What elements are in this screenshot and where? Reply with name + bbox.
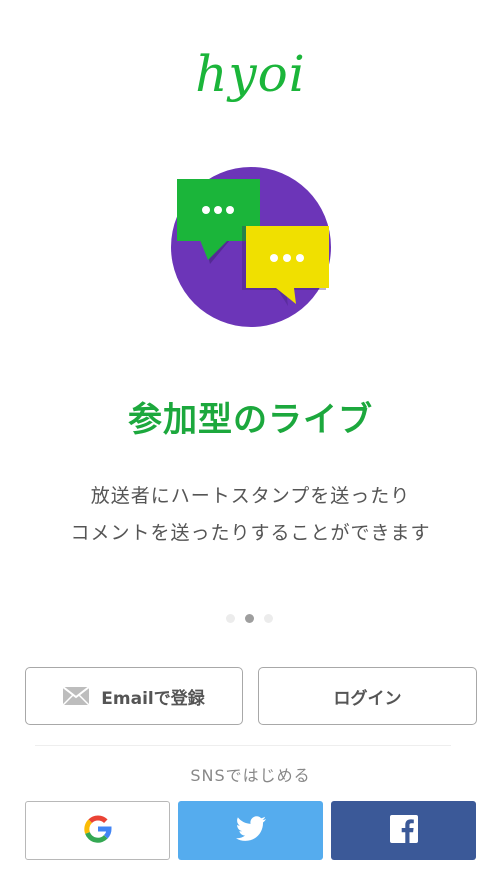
hero-illustration: [168, 164, 338, 334]
login-button[interactable]: ログイン: [258, 667, 477, 725]
page-dot-2-active[interactable]: [245, 614, 254, 623]
app-logo: hyoi: [195, 45, 306, 103]
page-dot-3[interactable]: [264, 614, 273, 623]
page-indicator: [226, 614, 273, 623]
google-g-icon: [83, 814, 113, 848]
email-signup-button[interactable]: Emailで登録: [25, 667, 243, 725]
facebook-f-icon: [389, 814, 418, 847]
twitter-login-button[interactable]: [178, 801, 323, 860]
chat-bubbles-illustration: [171, 167, 331, 327]
login-label: ログイン: [333, 688, 402, 709]
google-login-button[interactable]: [25, 801, 170, 860]
twitter-bird-icon: [235, 815, 267, 847]
page-dot-1[interactable]: [226, 614, 235, 623]
email-signup-label: Emailで登録: [101, 688, 205, 709]
slide-description: 放送者にハートスタンプを送ったり コメントを送ったりすることができます: [0, 478, 501, 552]
envelope-icon: [63, 687, 90, 705]
sns-section-label: SNSではじめる: [190, 766, 311, 785]
description-line-1: 放送者にハートスタンプを送ったり: [90, 485, 411, 507]
description-line-2: コメントを送ったりすることができます: [70, 522, 431, 544]
divider: [35, 745, 451, 746]
slide-headline: 参加型のライブ: [128, 400, 373, 440]
facebook-login-button[interactable]: [331, 801, 476, 860]
